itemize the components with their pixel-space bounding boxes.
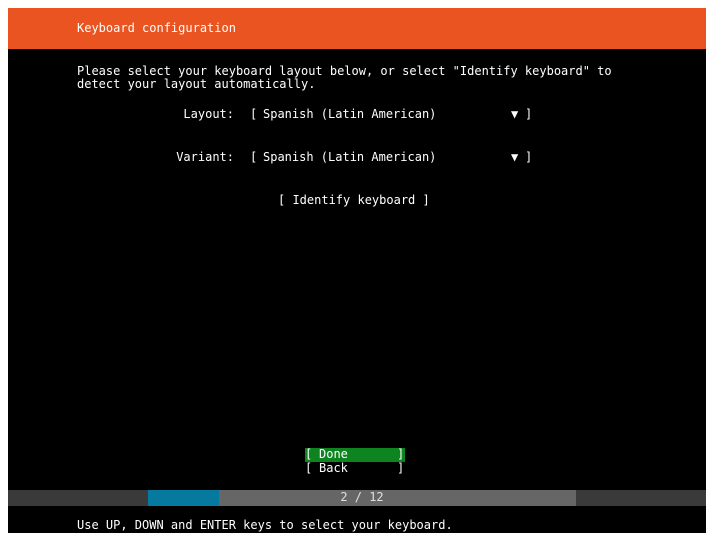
progress-text: 2 / 12 <box>340 490 384 504</box>
layout-select-close-bracket: ] <box>525 107 533 121</box>
variant-select-open-bracket: [ <box>250 150 258 164</box>
done-label: Done <box>319 447 348 461</box>
variant-select-value: Spanish (Latin American) <box>263 150 437 164</box>
intro-line-2: detect your layout automatically. <box>77 77 316 91</box>
chevron-down-icon: ▼ <box>511 150 519 164</box>
installer-screen: Keyboard configuration Please select you… <box>8 8 706 533</box>
help-text: Use UP, DOWN and ENTER keys to select yo… <box>77 518 453 532</box>
back-close-bracket: ] <box>397 461 405 475</box>
progress-bar: 2 / 12 <box>148 490 576 506</box>
header-bar: Keyboard configuration <box>8 8 706 49</box>
identify-keyboard-button[interactable]: [ Identify keyboard ] <box>278 194 430 207</box>
variant-label: Variant: <box>176 150 234 164</box>
variant-select-close-bracket: ] <box>525 150 533 164</box>
layout-label: Layout: <box>183 107 234 121</box>
done-open-bracket: [ <box>305 447 313 461</box>
chevron-down-icon: ▼ <box>511 107 519 121</box>
done-button[interactable]: [ Done ] <box>305 448 405 462</box>
back-button[interactable]: [ Back ] <box>305 462 405 476</box>
footer-bar: 2 / 12 <box>8 490 706 506</box>
layout-select-value: Spanish (Latin American) <box>263 107 437 121</box>
page-title: Keyboard configuration <box>77 21 236 35</box>
back-label: Back <box>319 461 348 475</box>
back-open-bracket: [ <box>305 461 313 475</box>
done-close-bracket: ] <box>397 447 405 461</box>
layout-select-open-bracket: [ <box>250 107 258 121</box>
